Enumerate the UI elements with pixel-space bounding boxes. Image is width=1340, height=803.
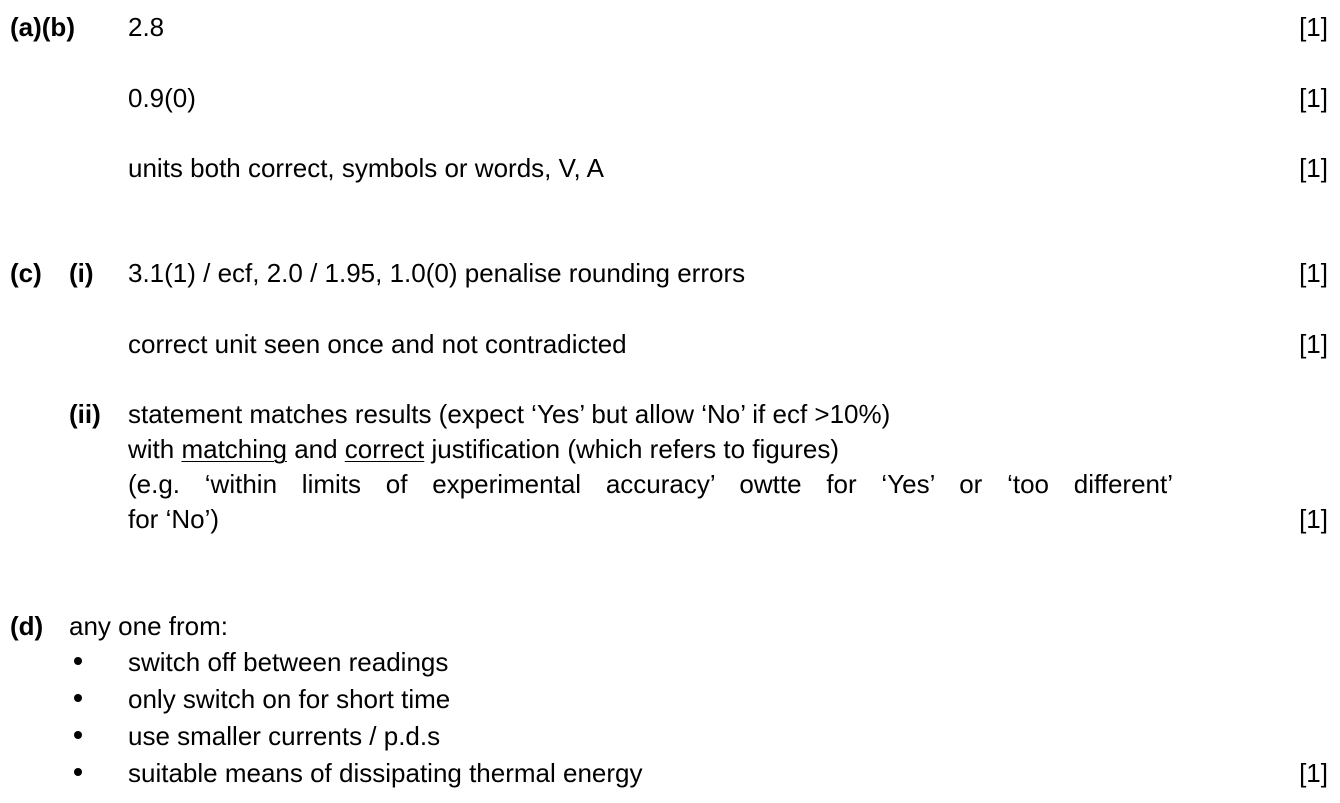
mark-allocation: [1] [1299, 153, 1328, 183]
list-item: only switch on for short time [128, 684, 451, 714]
bullet-icon [74, 768, 82, 776]
text-segment: with [128, 434, 182, 464]
bullet-icon [74, 657, 82, 665]
mark-allocation: [1] [1299, 258, 1328, 288]
label-sub-i: (i) [69, 258, 94, 288]
mark-allocation: [1] [1299, 329, 1328, 359]
label-sub-ii: (ii) [69, 399, 101, 429]
mark-allocation: [1] [1299, 83, 1328, 113]
answer-line: for ‘No’) [128, 504, 220, 534]
answer-line: statement matches results (expect ‘Yes’ … [128, 399, 891, 429]
answer-line: with matching and correct justification … [128, 436, 839, 462]
answer-line: 0.9(0) [128, 83, 196, 113]
answer-line: units both correct, symbols or words, V,… [128, 153, 604, 183]
mark-allocation: [1] [1299, 504, 1328, 534]
label-part-ab: (a)(b) [10, 12, 75, 42]
list-item: use smaller currents / p.d.s [128, 721, 441, 751]
label-part-c: (c) [10, 258, 42, 288]
list-item: suitable means of dissipating thermal en… [128, 758, 643, 788]
label-part-d: (d) [10, 611, 44, 641]
mark-allocation: [1] [1299, 12, 1328, 42]
answer-line: correct unit seen once and not contradic… [128, 329, 627, 359]
text-segment: and [286, 434, 345, 464]
bullet-icon [74, 694, 82, 702]
answer-line: (e.g. ‘within limits of experimental acc… [128, 469, 1173, 499]
text-segment: justification (which refers to figures) [424, 434, 839, 464]
mark-allocation: [1] [1299, 758, 1328, 788]
answer-line: 2.8 [128, 12, 165, 42]
underlined-word: correct [344, 434, 425, 464]
list-item: switch off between readings [128, 647, 449, 677]
answer-line: 3.1(1) / ecf, 2.0 / 1.95, 1.0(0) penalis… [128, 258, 746, 288]
bullet-icon [74, 731, 82, 739]
underlined-word: matching [181, 434, 287, 464]
intro-text: any one from: [69, 611, 228, 641]
